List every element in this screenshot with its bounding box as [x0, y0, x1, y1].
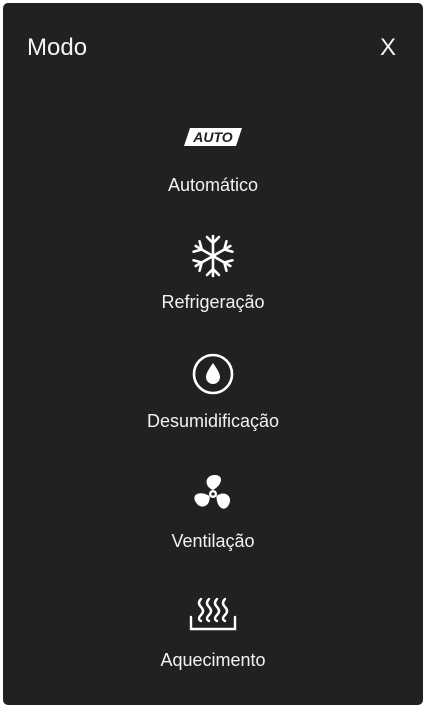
mode-label-heating: Aquecimento [160, 650, 266, 670]
close-button[interactable]: X [375, 34, 401, 62]
fan-icon [194, 474, 231, 509]
svg-text:AUTO: AUTO [192, 129, 233, 145]
mode-option-dehumidify[interactable]: Desumidificação [3, 350, 423, 450]
heat-waves-icon [189, 597, 237, 631]
mode-panel: Modo X AUTO Automático Refrigeração Desu… [3, 3, 423, 705]
snowflake-icon [192, 234, 234, 278]
mode-label-fan: Ventilação [171, 531, 255, 551]
panel-title: Modo [27, 34, 88, 61]
mode-option-cooling[interactable]: Refrigeração [3, 231, 423, 331]
mode-option-heating[interactable]: Aquecimento [3, 591, 423, 691]
mode-label-auto: Automático [167, 175, 259, 195]
mode-option-fan[interactable]: Ventilação [3, 469, 423, 569]
mode-label-cooling: Refrigeração [161, 292, 265, 312]
water-drop-icon [192, 353, 234, 395]
auto-icon: AUTO [184, 128, 242, 146]
mode-label-dehumidify: Desumidificação [146, 411, 280, 431]
mode-option-auto[interactable]: AUTO Automático [3, 123, 423, 223]
